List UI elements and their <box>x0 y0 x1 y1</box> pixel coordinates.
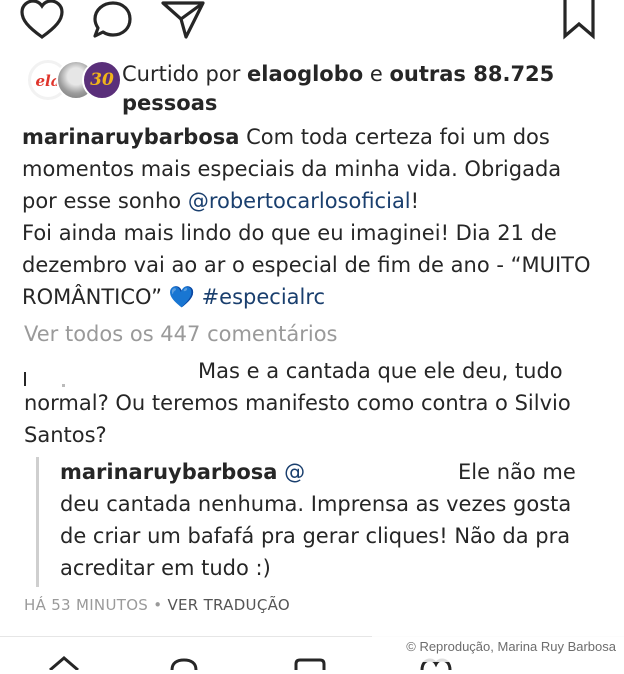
caption-line-6: ROMÂNTICO” 💙 #especialrc <box>22 281 325 313</box>
timestamp: HÁ 53 MINUTOS <box>24 596 149 614</box>
comment-line-1: Mas e a cantada que ele deu, tudo <box>198 359 563 383</box>
likes-prefix: Curtido por <box>122 62 241 86</box>
photo-credit-text: © Reprodução, Marina Ruy Barbosa <box>406 639 616 654</box>
save-bookmark-icon[interactable] <box>560 0 600 40</box>
caption-hashtag-link[interactable]: #especialrc <box>202 285 326 309</box>
reply-line-1: marinaruybarbosa @ <box>60 456 305 488</box>
caption-line-1: marinaruybarbosa Com toda certeza foi um… <box>22 121 550 153</box>
reply-username[interactable]: marinaruybarbosa <box>60 460 277 484</box>
comment-username-redacted[interactable] <box>24 362 194 388</box>
share-paper-plane-icon[interactable] <box>160 0 206 40</box>
reply-line-2: deu cantada nenhuma. Imprensa as vezes g… <box>60 492 572 516</box>
like-heart-icon[interactable] <box>20 0 64 40</box>
likes-user-link[interactable]: elaoglobo <box>247 62 363 86</box>
new-post-icon[interactable] <box>290 650 330 670</box>
reply-line-4: acreditar em tudo :) <box>60 556 271 580</box>
search-icon[interactable] <box>164 650 204 671</box>
caption-username[interactable]: marinaruybarbosa <box>22 125 239 149</box>
comment-line-3: Santos? <box>24 423 107 447</box>
reply-line-1-end: Ele não me <box>458 460 576 484</box>
likes-others-link[interactable]: outras 88.725 <box>389 62 554 86</box>
cursor-mark <box>24 372 26 386</box>
likes-conj: e <box>369 62 383 86</box>
caption-mention-link[interactable]: @robertocarlosoficial <box>188 189 411 213</box>
meta-separator: • <box>153 596 163 614</box>
reply-mention-link[interactable]: @ <box>284 460 305 484</box>
caption-line-3: por esse sonho @robertocarlosoficial! <box>22 185 419 217</box>
likes-summary[interactable]: Curtido por elaoglobo e outras 88.725 <box>122 58 554 90</box>
likes-people[interactable]: pessoas <box>122 87 217 119</box>
caption-text: por esse sonho <box>22 189 182 213</box>
avatar-liker-30: 30 <box>82 60 122 100</box>
caption-line-4: Foi ainda mais lindo do que eu imaginei!… <box>22 221 557 245</box>
caption-text: ROMÂNTICO” <box>22 285 163 309</box>
blue-heart-emoji: 💙 <box>168 285 195 309</box>
caption-line-2: momentos mais especiais da minha vida. O… <box>22 157 562 181</box>
home-icon[interactable] <box>44 650 84 672</box>
caption-text: ! <box>410 189 420 213</box>
caption-text: Com toda certeza foi um dos <box>246 125 550 149</box>
reply-line-3: de criar um bafafá pra gerar cliques! Nã… <box>60 524 571 548</box>
view-all-comments-link[interactable]: Ver todos os 447 comentários <box>24 318 338 350</box>
comment-meta: HÁ 53 MINUTOS • VER TRADUÇÃO <box>24 596 290 614</box>
comment-icon[interactable] <box>92 0 136 40</box>
photo-credit: © Reprodução, Marina Ruy Barbosa <box>372 636 624 662</box>
liker-avatars[interactable]: ela 30 <box>28 58 124 102</box>
reply-thread-line <box>36 457 39 587</box>
comment-line-2: normal? Ou teremos manifesto como contra… <box>24 391 571 415</box>
caption-line-5: dezembro vai ao ar o especial de fim de … <box>22 253 591 277</box>
see-translation-link[interactable]: VER TRADUÇÃO <box>167 596 290 614</box>
